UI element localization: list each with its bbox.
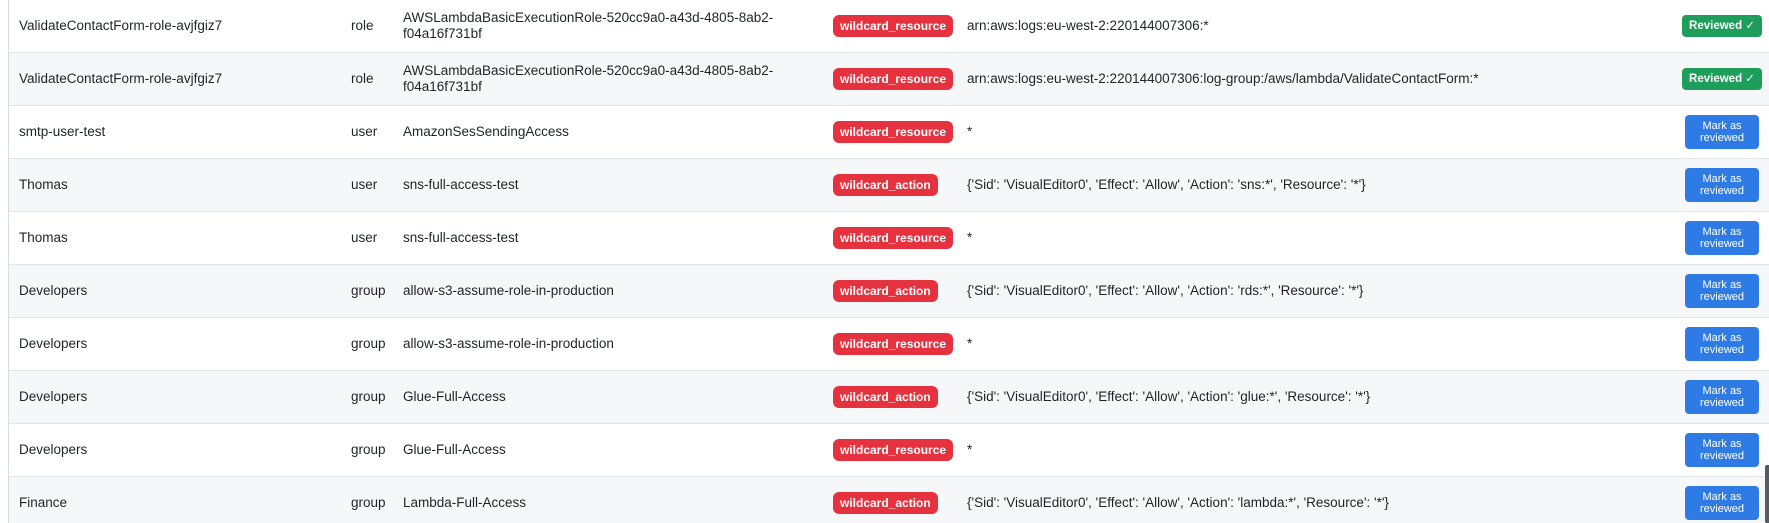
entity-type: group bbox=[351, 283, 386, 298]
action-cell: Mark as reviewed bbox=[1677, 159, 1767, 211]
policy-name: allow-s3-assume-role-in-production bbox=[403, 336, 614, 351]
issue-badge: wildcard_resource bbox=[833, 15, 954, 37]
policy-name: AWSLambdaBasicExecutionRole-520cc9a0-a43… bbox=[403, 10, 774, 41]
issue-cell: wildcard_action bbox=[833, 159, 973, 211]
entity-type: group bbox=[351, 442, 386, 457]
finding-detail: {'Sid': 'VisualEditor0', 'Effect': 'Allo… bbox=[967, 495, 1389, 510]
finding-detail: {'Sid': 'VisualEditor0', 'Effect': 'Allo… bbox=[967, 177, 1366, 192]
action-cell: Mark as reviewed bbox=[1677, 265, 1767, 317]
policy-name: sns-full-access-test bbox=[403, 230, 519, 245]
finding-detail: * bbox=[967, 442, 973, 457]
entity-name: Developers bbox=[19, 336, 88, 351]
action-cell: Mark as reviewed bbox=[1677, 318, 1767, 370]
table-row: Finance group Lambda-Full-Access wildcar… bbox=[9, 477, 1769, 523]
entity-type: user bbox=[351, 230, 378, 245]
issue-cell: wildcard_resource bbox=[833, 318, 973, 370]
policy-name: AWSLambdaBasicExecutionRole-520cc9a0-a43… bbox=[403, 63, 774, 94]
findings-table: ValidateContactForm-role-avjfgiz7 role A… bbox=[8, 0, 1769, 523]
entity-type: group bbox=[351, 389, 386, 404]
table-row: Developers group allow-s3-assume-role-in… bbox=[9, 265, 1769, 318]
issue-badge: wildcard_resource bbox=[833, 439, 954, 461]
findings-rows: ValidateContactForm-role-avjfgiz7 role A… bbox=[9, 0, 1769, 523]
entity-type: role bbox=[351, 71, 374, 86]
issue-cell: wildcard_action bbox=[833, 265, 973, 317]
action-cell: Mark as reviewed bbox=[1677, 106, 1767, 158]
table-row: Developers group Glue-Full-Access wildca… bbox=[9, 424, 1769, 477]
mark-as-reviewed-button[interactable]: Mark as reviewed bbox=[1685, 168, 1759, 202]
table-row: Thomas user sns-full-access-test wildcar… bbox=[9, 212, 1769, 265]
mark-as-reviewed-button[interactable]: Mark as reviewed bbox=[1685, 433, 1759, 467]
policy-name: AmazonSesSendingAccess bbox=[403, 124, 569, 139]
policy-name: Lambda-Full-Access bbox=[403, 495, 527, 510]
issue-badge: wildcard_resource bbox=[833, 121, 954, 143]
entity-name: Developers bbox=[19, 389, 88, 404]
finding-detail: arn:aws:logs:eu-west-2:220144007306:log-… bbox=[967, 71, 1479, 86]
issue-cell: wildcard_action bbox=[833, 371, 973, 423]
reviewed-badge: Reviewed ✓ bbox=[1682, 15, 1762, 37]
entity-type: group bbox=[351, 336, 386, 351]
issue-badge: wildcard_resource bbox=[833, 227, 954, 249]
finding-detail: * bbox=[967, 336, 973, 351]
mark-as-reviewed-button[interactable]: Mark as reviewed bbox=[1685, 327, 1759, 361]
action-cell: Reviewed ✓ bbox=[1677, 0, 1767, 52]
entity-type: user bbox=[351, 177, 378, 192]
entity-type: user bbox=[351, 124, 378, 139]
mark-as-reviewed-button[interactable]: Mark as reviewed bbox=[1685, 115, 1759, 149]
table-row: ValidateContactForm-role-avjfgiz7 role A… bbox=[9, 53, 1769, 106]
entity-name: smtp-user-test bbox=[19, 124, 106, 139]
issue-cell: wildcard_resource bbox=[833, 53, 973, 105]
entity-name: Developers bbox=[19, 442, 88, 457]
issue-badge: wildcard_resource bbox=[833, 333, 954, 355]
entity-name: Thomas bbox=[19, 230, 68, 245]
table-row: Developers group Glue-Full-Access wildca… bbox=[9, 371, 1769, 424]
issue-badge: wildcard_action bbox=[833, 174, 938, 196]
action-cell: Mark as reviewed bbox=[1677, 477, 1767, 523]
action-cell: Reviewed ✓ bbox=[1677, 53, 1767, 105]
finding-detail: * bbox=[967, 230, 973, 245]
issue-badge: wildcard_resource bbox=[833, 68, 954, 90]
finding-detail: * bbox=[967, 124, 973, 139]
issue-badge: wildcard_action bbox=[833, 492, 938, 514]
finding-detail: {'Sid': 'VisualEditor0', 'Effect': 'Allo… bbox=[967, 283, 1364, 298]
reviewed-badge: Reviewed ✓ bbox=[1682, 68, 1762, 90]
issue-badge: wildcard_action bbox=[833, 280, 938, 302]
policy-name: Glue-Full-Access bbox=[403, 442, 506, 457]
mark-as-reviewed-button[interactable]: Mark as reviewed bbox=[1685, 486, 1759, 520]
entity-name: Thomas bbox=[19, 177, 68, 192]
issue-cell: wildcard_resource bbox=[833, 424, 973, 476]
finding-detail: arn:aws:logs:eu-west-2:220144007306:* bbox=[967, 18, 1209, 33]
entity-type: role bbox=[351, 18, 374, 33]
issue-cell: wildcard_resource bbox=[833, 212, 973, 264]
entity-name: Finance bbox=[19, 495, 68, 510]
issue-cell: wildcard_resource bbox=[833, 106, 973, 158]
policy-name: Glue-Full-Access bbox=[403, 389, 506, 404]
table-row: Developers group allow-s3-assume-role-in… bbox=[9, 318, 1769, 371]
action-cell: Mark as reviewed bbox=[1677, 424, 1767, 476]
entity-type: group bbox=[351, 495, 386, 510]
entity-name: ValidateContactForm-role-avjfgiz7 bbox=[19, 18, 223, 33]
policy-name: sns-full-access-test bbox=[403, 177, 519, 192]
mark-as-reviewed-button[interactable]: Mark as reviewed bbox=[1685, 274, 1759, 308]
mark-as-reviewed-button[interactable]: Mark as reviewed bbox=[1685, 380, 1759, 414]
mark-as-reviewed-button[interactable]: Mark as reviewed bbox=[1685, 221, 1759, 255]
action-cell: Mark as reviewed bbox=[1677, 212, 1767, 264]
finding-detail: {'Sid': 'VisualEditor0', 'Effect': 'Allo… bbox=[967, 389, 1371, 404]
policy-name: allow-s3-assume-role-in-production bbox=[403, 283, 614, 298]
scrollbar-thumb[interactable] bbox=[1765, 465, 1769, 523]
issue-badge: wildcard_action bbox=[833, 386, 938, 408]
issue-cell: wildcard_action bbox=[833, 477, 973, 523]
entity-name: ValidateContactForm-role-avjfgiz7 bbox=[19, 71, 223, 86]
entity-name: Developers bbox=[19, 283, 88, 298]
table-row: smtp-user-test user AmazonSesSendingAcce… bbox=[9, 106, 1769, 159]
action-cell: Mark as reviewed bbox=[1677, 371, 1767, 423]
table-row: ValidateContactForm-role-avjfgiz7 role A… bbox=[9, 0, 1769, 53]
table-row: Thomas user sns-full-access-test wildcar… bbox=[9, 159, 1769, 212]
issue-cell: wildcard_resource bbox=[833, 0, 973, 52]
